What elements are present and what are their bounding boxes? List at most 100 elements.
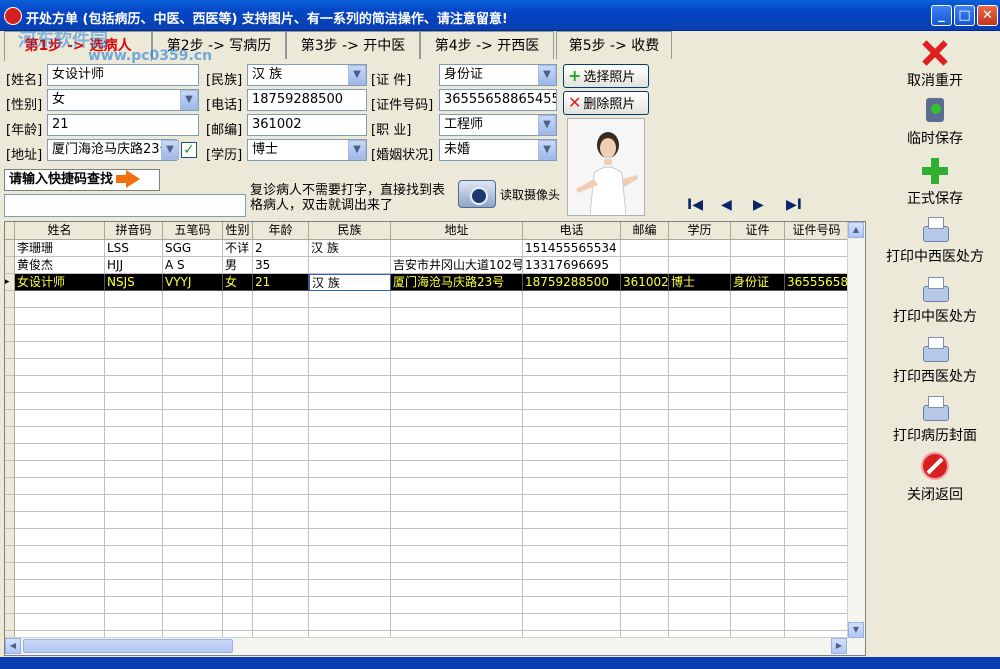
row-marker[interactable] (5, 359, 15, 376)
table-cell[interactable] (523, 563, 621, 580)
table-cell[interactable] (163, 291, 223, 308)
table-cell[interactable] (105, 308, 163, 325)
table-cell[interactable] (391, 461, 523, 478)
table-cell[interactable] (523, 546, 621, 563)
row-marker[interactable] (5, 240, 15, 257)
table-cell[interactable] (523, 325, 621, 342)
table-cell[interactable] (669, 427, 731, 444)
table-cell[interactable] (223, 308, 253, 325)
table-cell[interactable] (391, 478, 523, 495)
table-cell[interactable] (15, 393, 105, 410)
table-cell[interactable] (223, 325, 253, 342)
table-cell[interactable] (669, 461, 731, 478)
column-header[interactable]: 性别 (223, 222, 253, 240)
table-cell[interactable]: A S (163, 257, 223, 274)
scroll-down-icon[interactable]: ▼ (848, 622, 864, 638)
table-cell[interactable] (731, 563, 785, 580)
table-cell[interactable] (163, 597, 223, 614)
table-cell[interactable] (621, 308, 669, 325)
table-cell[interactable] (163, 546, 223, 563)
table-cell[interactable] (731, 291, 785, 308)
table-cell[interactable]: 汉 族 (309, 240, 391, 257)
table-cell[interactable] (15, 529, 105, 546)
table-cell[interactable] (223, 376, 253, 393)
column-header[interactable]: 地址 (391, 222, 523, 240)
table-cell[interactable] (669, 359, 731, 376)
table-cell[interactable] (391, 342, 523, 359)
table-cell[interactable] (669, 563, 731, 580)
table-cell[interactable]: 3655565886545555 (785, 274, 849, 291)
scroll-thumb[interactable] (23, 639, 233, 653)
table-cell[interactable]: 35 (253, 257, 309, 274)
first-record-button[interactable]: I◀ (687, 197, 703, 213)
table-cell[interactable] (105, 427, 163, 444)
table-cell[interactable] (253, 614, 309, 631)
table-cell[interactable] (105, 359, 163, 376)
table-cell[interactable] (309, 478, 391, 495)
row-marker[interactable] (5, 597, 15, 614)
table-cell[interactable] (523, 614, 621, 631)
table-cell[interactable] (163, 325, 223, 342)
table-cell[interactable] (731, 495, 785, 512)
table-cell[interactable]: 21 (253, 274, 309, 291)
phone-field[interactable]: 18759288500 (247, 89, 367, 111)
table-cell[interactable] (105, 342, 163, 359)
table-cell[interactable] (731, 529, 785, 546)
table-cell[interactable] (731, 376, 785, 393)
table-cell[interactable] (523, 342, 621, 359)
table-cell[interactable] (523, 580, 621, 597)
table-cell[interactable] (731, 240, 785, 257)
table-cell[interactable] (15, 597, 105, 614)
table-cell[interactable] (309, 495, 391, 512)
table-cell[interactable] (391, 427, 523, 444)
gender-select[interactable]: 女 (47, 89, 199, 111)
table-cell[interactable] (223, 597, 253, 614)
chevron-down-icon[interactable]: ▼ (538, 140, 556, 160)
table-cell[interactable] (15, 614, 105, 631)
table-cell[interactable] (105, 410, 163, 427)
table-cell[interactable] (309, 444, 391, 461)
table-cell[interactable] (105, 376, 163, 393)
camera-icon[interactable] (458, 180, 496, 208)
table-cell[interactable]: 不详 (223, 240, 253, 257)
table-cell[interactable] (309, 342, 391, 359)
table-cell[interactable] (309, 597, 391, 614)
idnum-field[interactable]: 3655565886545555 (439, 89, 557, 111)
table-cell[interactable]: VYYJ (163, 274, 223, 291)
table-cell[interactable] (785, 495, 849, 512)
select-photo-button[interactable]: + 选择照片 (563, 64, 649, 88)
table-cell[interactable] (223, 529, 253, 546)
table-cell[interactable] (785, 342, 849, 359)
table-cell[interactable] (391, 410, 523, 427)
table-cell[interactable] (621, 291, 669, 308)
row-marker[interactable] (5, 478, 15, 495)
table-cell[interactable] (785, 563, 849, 580)
table-cell[interactable] (163, 376, 223, 393)
table-cell[interactable] (391, 529, 523, 546)
table-cell[interactable] (223, 512, 253, 529)
table-cell[interactable] (15, 478, 105, 495)
print-record-cover-button[interactable]: 打印病历封面 (870, 393, 1000, 445)
table-cell[interactable] (15, 444, 105, 461)
table-cell[interactable] (163, 461, 223, 478)
table-cell[interactable]: NSJS (105, 274, 163, 291)
table-cell[interactable] (253, 529, 309, 546)
table-cell[interactable] (621, 597, 669, 614)
table-cell[interactable] (253, 580, 309, 597)
table-cell[interactable] (731, 512, 785, 529)
table-cell[interactable] (621, 512, 669, 529)
table-cell[interactable] (621, 342, 669, 359)
table-cell[interactable] (669, 257, 731, 274)
table-cell[interactable] (391, 376, 523, 393)
table-cell[interactable]: 黄俊杰 (15, 257, 105, 274)
table-cell[interactable] (253, 546, 309, 563)
table-cell[interactable] (223, 563, 253, 580)
address-select[interactable]: 厦门海沧马庆路23号 (47, 139, 177, 161)
table-cell[interactable] (105, 393, 163, 410)
table-cell[interactable] (15, 325, 105, 342)
row-marker[interactable] (5, 461, 15, 478)
table-cell[interactable] (309, 308, 391, 325)
table-cell[interactable] (253, 478, 309, 495)
table-cell[interactable] (163, 495, 223, 512)
table-cell[interactable] (523, 359, 621, 376)
